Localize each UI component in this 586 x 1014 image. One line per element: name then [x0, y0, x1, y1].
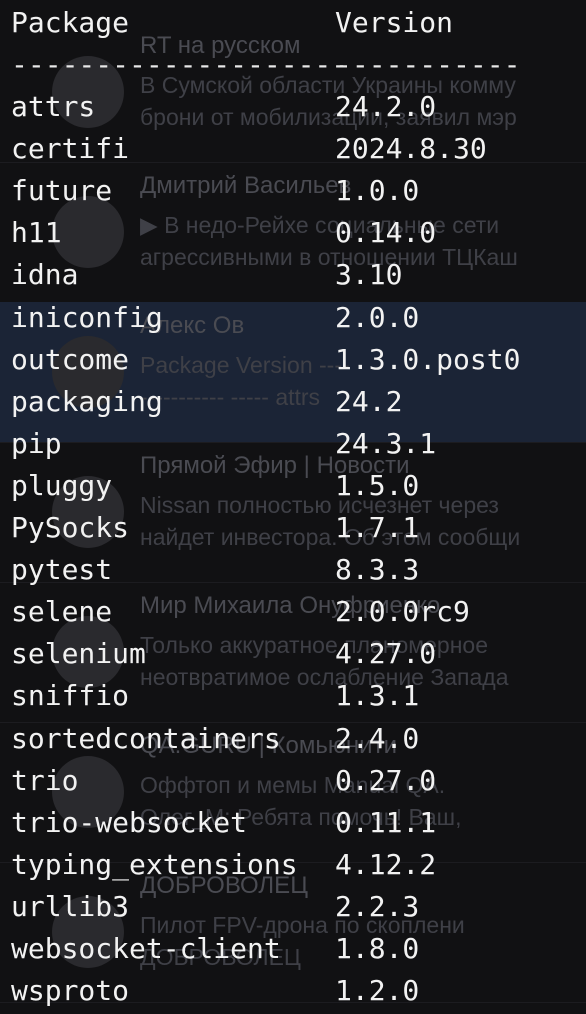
- package-name: packaging: [11, 384, 163, 418]
- table-row: future 1.0.0: [0, 170, 586, 212]
- package-name: outcome: [11, 342, 130, 376]
- package-name: trio: [11, 763, 79, 797]
- table-row: pytest 8.3.3: [0, 549, 586, 591]
- table-row: wsproto 1.2.0: [0, 970, 586, 1012]
- version-column-header: Version: [335, 6, 454, 39]
- package-name: attrs: [11, 90, 96, 123]
- header-separator: -------------------- -----------: [0, 44, 586, 86]
- package-version: 1.8.0: [335, 932, 420, 965]
- package-name: h11: [11, 216, 62, 250]
- package-version: 2.0.0rc9: [335, 595, 470, 629]
- package-version: 1.5.0: [335, 468, 420, 502]
- package-version: 2.0.0: [335, 300, 420, 334]
- package-version: 1.3.1: [335, 679, 420, 713]
- version-separator: -----------: [335, 48, 521, 81]
- package-version: 1.2.0: [335, 974, 420, 1008]
- table-row: trio-websocket 0.11.1: [0, 802, 586, 844]
- package-name: iniconfig: [11, 300, 163, 334]
- terminal-output: Package Version -------------------- ---…: [0, 0, 586, 1014]
- table-row: PySocks 1.7.1: [0, 507, 586, 549]
- package-name: selenium: [11, 637, 146, 671]
- package-version: 4.12.2: [335, 847, 437, 881]
- table-row: selene 2.0.0rc9: [0, 591, 586, 633]
- package-version: 0.27.0: [335, 763, 437, 797]
- table-row: sortedcontainers 2.4.0: [0, 718, 586, 760]
- package-name: pytest: [11, 553, 113, 587]
- package-version: 1.3.0.post0: [335, 342, 521, 376]
- table-row: iniconfig 2.0.0: [0, 297, 586, 339]
- package-version: 24.3.1: [335, 426, 437, 460]
- table-row: trio 0.27.0: [0, 760, 586, 802]
- package-version: 1.0.0: [335, 174, 420, 208]
- package-column-header: Package: [11, 6, 130, 39]
- package-version: 2024.8.30: [335, 132, 487, 166]
- table-row: sniffio 1.3.1: [0, 675, 586, 717]
- package-name: PySocks: [11, 511, 130, 544]
- package-name: sniffio: [11, 679, 130, 713]
- package-separator: --------------------: [11, 48, 349, 81]
- package-version: 2.4.0: [335, 721, 420, 755]
- package-version: 0.11.1: [335, 805, 437, 839]
- package-name: pip: [11, 426, 62, 460]
- table-row: selenium 4.27.0: [0, 633, 586, 675]
- package-version: 4.27.0: [335, 637, 437, 671]
- package-version: 8.3.3: [335, 553, 420, 587]
- table-row: pip 24.3.1: [0, 423, 586, 465]
- package-name: selene: [11, 595, 113, 629]
- package-version: 1.7.1: [335, 511, 420, 544]
- package-version: 0.14.0: [335, 216, 437, 250]
- table-row: packaging 24.2: [0, 381, 586, 423]
- table-row: outcome 1.3.0.post0: [0, 339, 586, 381]
- table-row: attrs 24.2.0: [0, 86, 586, 128]
- package-version: 3.10: [335, 258, 403, 292]
- package-version: 24.2.0: [335, 90, 437, 123]
- package-name: sortedcontainers: [11, 721, 281, 755]
- package-name: typing_extensions: [11, 847, 298, 881]
- table-row: idna 3.10: [0, 254, 586, 296]
- package-name: trio-websocket: [11, 805, 248, 839]
- table-header: Package Version: [0, 2, 586, 44]
- package-name: certifi: [11, 132, 130, 166]
- table-row: typing_extensions 4.12.2: [0, 844, 586, 886]
- package-name: future: [11, 174, 113, 208]
- package-name: urllib3: [11, 889, 130, 923]
- table-row: websocket-client 1.8.0: [0, 928, 586, 970]
- package-name: idna: [11, 258, 79, 292]
- package-name: pluggy: [11, 468, 113, 502]
- table-row: h11 0.14.0: [0, 212, 586, 254]
- package-version: 24.2: [335, 384, 403, 418]
- table-row: certifi 2024.8.30: [0, 128, 586, 170]
- package-name: websocket-client: [11, 932, 281, 965]
- package-version: 2.2.3: [335, 889, 420, 923]
- package-name: wsproto: [11, 974, 130, 1008]
- table-row: urllib3 2.2.3: [0, 886, 586, 928]
- table-row: pluggy 1.5.0: [0, 465, 586, 507]
